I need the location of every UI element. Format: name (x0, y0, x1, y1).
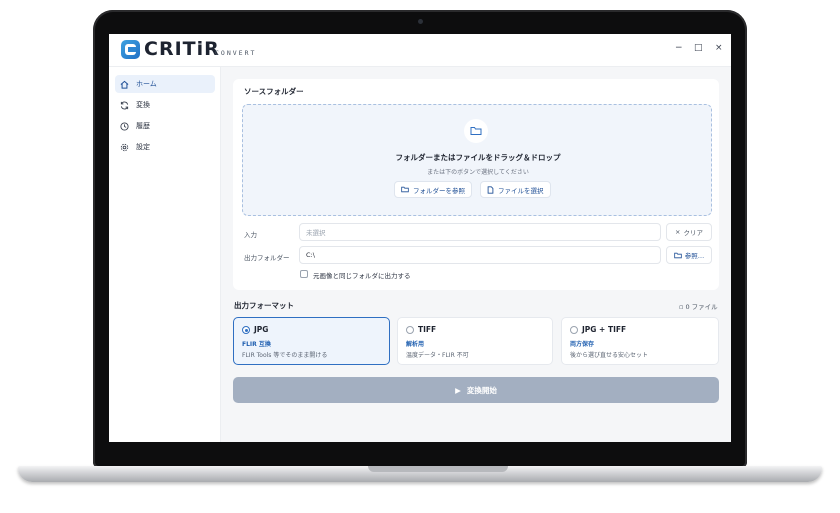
format-tag: FLIR 互換 (242, 341, 271, 348)
sidebar-item-label: ホーム (136, 80, 157, 88)
play-icon: ▶ (455, 385, 461, 395)
laptop-notch (368, 466, 508, 472)
browse-folder-label: フォルダーを参照 (413, 186, 465, 195)
format-name: JPG (254, 325, 269, 334)
home-icon (120, 80, 129, 89)
folder-icon (401, 186, 409, 193)
output-folder-value: C:\ (306, 251, 315, 259)
clear-button[interactable]: × クリア (666, 223, 712, 241)
close-button[interactable]: × (715, 43, 723, 53)
format-description: FLIR Tools 等でそのまま開ける (242, 352, 328, 359)
format-option-jpg[interactable]: JPG FLIR 互換 FLIR Tools 等でそのまま開ける (233, 317, 390, 365)
input-path-field[interactable]: 未選択 (299, 223, 661, 241)
sidebar: ホーム 変換 履歴 設定 (109, 67, 221, 442)
sidebar-item-label: 履歴 (136, 122, 150, 130)
clock-icon (120, 121, 129, 131)
format-tag: 両方保存 (570, 341, 595, 348)
output-folder-label: 出力フォルダー (244, 254, 290, 262)
sidebar-item-convert[interactable]: 変換 (115, 96, 215, 114)
drop-zone[interactable]: フォルダーまたはファイルをドラッグ＆ドロップ または下のボタンで選択してください… (242, 104, 712, 216)
browse-output-button[interactable]: 参照… (666, 246, 712, 264)
folder-icon (674, 252, 682, 258)
format-tag: 解析用 (406, 341, 425, 348)
file-count: ▫ 0 ファイル (679, 301, 718, 311)
sidebar-item-label: 変換 (136, 101, 150, 109)
sidebar-item-label: 設定 (136, 143, 150, 151)
format-name: JPG + TIFF (582, 325, 627, 334)
source-folder-title: ソースフォルダー (244, 87, 304, 96)
sidebar-item-history[interactable]: 履歴 (115, 117, 215, 135)
same-folder-checkbox[interactable] (300, 270, 308, 278)
minimize-button[interactable]: − (675, 43, 683, 53)
output-format-title: 出力フォーマット (234, 301, 294, 310)
camera-dot (418, 19, 423, 24)
file-icon: ▫ (679, 303, 684, 311)
drop-zone-title: フォルダーまたはファイルをドラッグ＆ドロップ (395, 153, 561, 162)
format-name: TIFF (418, 325, 437, 334)
file-icon (487, 185, 494, 194)
laptop-base (18, 466, 822, 482)
output-folder-field[interactable]: C:\ (299, 246, 661, 264)
close-icon: × (675, 228, 681, 236)
same-folder-label: 元画像と同じフォルダに出力する (313, 272, 411, 280)
format-option-tiff[interactable]: TIFF 解析用 温度データ・FLIR 不可 (397, 317, 553, 365)
radio-button[interactable] (406, 326, 414, 334)
radio-button[interactable] (570, 326, 578, 334)
format-description: 温度データ・FLIR 不可 (406, 352, 469, 359)
select-file-button[interactable]: ファイルを選択 (480, 181, 551, 198)
browse-folder-button[interactable]: フォルダーを参照 (394, 181, 472, 198)
input-placeholder: 未選択 (306, 229, 326, 237)
folder-icon (464, 119, 488, 143)
app-window: CRITiR CONVERT − □ × ホーム 変換 履歴 設定 ソースフォル… (109, 34, 731, 442)
refresh-icon (120, 101, 129, 110)
title-bar: CRITiR CONVERT − □ × (109, 34, 731, 67)
start-convert-label: 変換開始 (466, 385, 497, 395)
format-option-jpg-tiff[interactable]: JPG + TIFF 両方保存 後から選び直せる安心セット (561, 317, 719, 365)
select-file-label: ファイルを選択 (498, 186, 544, 195)
sidebar-item-settings[interactable]: 設定 (115, 138, 215, 156)
logo-icon (121, 40, 140, 59)
sidebar-item-home[interactable]: ホーム (115, 75, 215, 93)
radio-button[interactable] (242, 326, 250, 334)
clear-label: クリア (683, 229, 703, 237)
file-count-label: 0 ファイル (685, 303, 718, 311)
format-description: 後から選び直せる安心セット (570, 352, 649, 359)
start-convert-button[interactable]: ▶ 変換開始 (233, 377, 719, 403)
maximize-button[interactable]: □ (694, 43, 703, 53)
logo-subtitle: CONVERT (215, 49, 257, 57)
logo-text: CRITiR (144, 38, 220, 60)
gear-icon (120, 143, 129, 152)
drop-zone-subtitle: または下のボタンで選択してください (427, 169, 529, 176)
browse-output-label: 参照… (684, 252, 705, 260)
input-label: 入力 (244, 231, 257, 239)
